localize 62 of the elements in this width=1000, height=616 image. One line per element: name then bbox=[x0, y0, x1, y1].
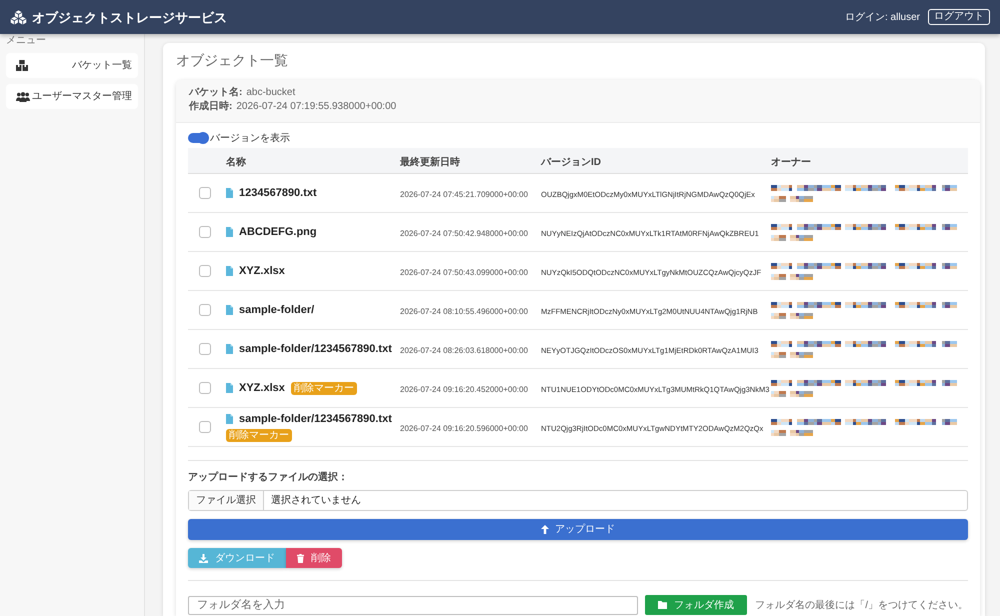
delete-button[interactable]: 削除 bbox=[286, 548, 342, 568]
date-cell: 2026-07-24 08:26:03.618000+00:00 bbox=[400, 346, 528, 355]
folder-hint: フォルダ名の最後には「/」をつけてください。 bbox=[755, 598, 968, 612]
file-icon bbox=[226, 305, 233, 315]
folder-name-field[interactable]: フォルダ名を入力 bbox=[188, 596, 638, 614]
file-name[interactable]: sample-folder/ bbox=[239, 304, 314, 316]
info-value: 2026-07-24 07:19:55.938000+00:00 bbox=[236, 100, 396, 114]
row-checkbox[interactable] bbox=[199, 304, 211, 316]
date-cell: 2026-07-24 08:10:55.496000+00:00 bbox=[400, 307, 528, 316]
row-checkbox[interactable] bbox=[199, 226, 211, 238]
users-icon bbox=[16, 92, 30, 102]
file-name[interactable]: ABCDEFG.png bbox=[239, 226, 317, 238]
info-label: バケット名: bbox=[189, 86, 242, 100]
file-name[interactable]: sample-folder/1234567890.txt bbox=[239, 342, 392, 356]
download-icon bbox=[199, 554, 208, 562]
file-icon bbox=[226, 227, 233, 237]
folder-icon bbox=[658, 601, 668, 609]
page-title: オブジェクト一覧 bbox=[176, 50, 289, 70]
file-icon bbox=[226, 344, 233, 354]
cubes-icon bbox=[10, 10, 27, 24]
toggle-label: バージョンを表示 bbox=[210, 132, 290, 146]
login-user: ログイン: alluser bbox=[844, 10, 920, 24]
file-name[interactable]: sample-folder/1234567890.txt bbox=[239, 412, 392, 426]
info-value: abc-bucket bbox=[246, 86, 296, 100]
date-cell: 2026-07-24 07:50:43.099000+00:00 bbox=[400, 268, 528, 277]
delete-marker-badge: 削除マーカー bbox=[290, 382, 357, 394]
date-cell: 2026-07-24 09:16:20.596000+00:00 bbox=[400, 424, 528, 433]
file-icon bbox=[226, 266, 233, 276]
column-header: バージョンID bbox=[541, 156, 601, 168]
app-title: オブジェクトストレージサービス bbox=[32, 10, 227, 24]
file-icon bbox=[226, 414, 233, 424]
row-checkbox[interactable] bbox=[199, 421, 211, 433]
row-checkbox[interactable] bbox=[199, 343, 211, 355]
menu-heading: メニュー bbox=[6, 35, 47, 48]
upload-button[interactable]: アップロード bbox=[188, 519, 968, 540]
sidebar-item[interactable]: バケット一覧 bbox=[6, 53, 138, 78]
date-cell: 2026-07-24 09:16:20.452000+00:00 bbox=[400, 385, 528, 394]
arrow-up-icon bbox=[541, 525, 549, 534]
file-status: 選択されていません bbox=[270, 494, 362, 508]
date-cell: 2026-07-24 07:50:42.948000+00:00 bbox=[400, 229, 528, 238]
file-input-field[interactable]: ファイル選択 選択されていません bbox=[188, 490, 968, 511]
file-icon bbox=[226, 383, 233, 393]
column-header: 最終更新日時 bbox=[400, 156, 460, 168]
file-icon bbox=[226, 188, 233, 198]
boxes-icon bbox=[16, 60, 28, 71]
info-label: 作成日時: bbox=[189, 100, 232, 114]
toggle-switch[interactable] bbox=[188, 132, 209, 144]
file-name[interactable]: XYZ.xlsx bbox=[239, 382, 285, 394]
choose-file-button[interactable]: ファイル選択 bbox=[189, 491, 264, 510]
logout-button[interactable]: ログアウト bbox=[928, 9, 990, 25]
trash-icon bbox=[297, 554, 304, 562]
upload-label: アップロードするファイルの選択： bbox=[188, 472, 349, 484]
column-header: オーナー bbox=[771, 156, 811, 168]
row-checkbox[interactable] bbox=[199, 382, 211, 394]
date-cell: 2026-07-24 07:45:21.709000+00:00 bbox=[400, 190, 528, 199]
row-checkbox[interactable] bbox=[199, 265, 211, 277]
delete-marker-badge: 削除マーカー bbox=[226, 428, 292, 442]
column-header: 名称 bbox=[226, 156, 246, 168]
file-name[interactable]: 1234567890.txt bbox=[239, 186, 317, 200]
file-name[interactable]: XYZ.xlsx bbox=[239, 264, 285, 278]
sidebar-item[interactable]: ユーザーマスター管理 bbox=[6, 84, 138, 109]
row-checkbox[interactable] bbox=[199, 187, 211, 199]
